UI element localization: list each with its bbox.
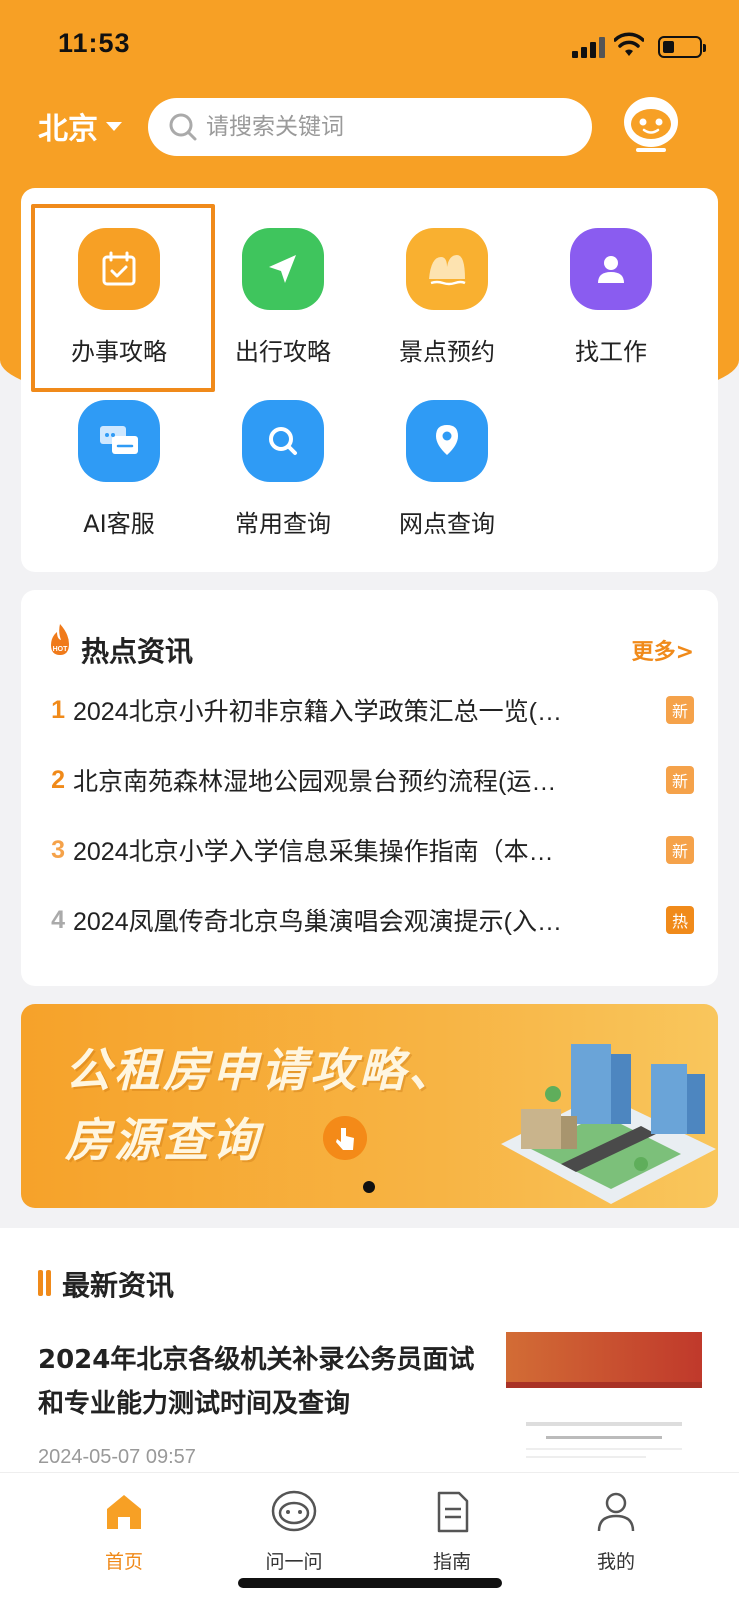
tab-mine[interactable]: 我的 [556, 1487, 676, 1574]
document-icon [437, 1491, 469, 1533]
services-card: 办事攻略 出行攻略 景点预约 找工作 AI客服 常用查询 网点查询 [21, 188, 718, 572]
city-selector[interactable]: 北京 [38, 106, 122, 147]
tab-label: 首页 [104, 1551, 143, 1573]
news-rank: 4 [51, 905, 65, 934]
banner-headline-1: 公租房申请攻略、 [65, 1043, 457, 1097]
service-label: 出行攻略 [235, 338, 331, 366]
new-badge: 新 [666, 766, 694, 794]
more-link[interactable]: 更多> [632, 634, 694, 666]
person-icon [570, 228, 652, 310]
search-input[interactable] [206, 114, 586, 140]
news-item[interactable]: 3 2024北京小学入学信息采集操作指南（本… 新 [21, 830, 718, 870]
article-date: 2024-05-07 09:57 [38, 1446, 196, 1468]
user-icon [597, 1492, 635, 1532]
news-title: 2024北京小升初非京籍入学政策汇总一览(… [73, 698, 562, 726]
new-badge: 新 [666, 836, 694, 864]
new-badge: 新 [666, 696, 694, 724]
send-arrow-icon [242, 228, 324, 310]
hot-flame-icon: HOT [51, 624, 69, 655]
service-label: 找工作 [575, 338, 647, 366]
calendar-check-icon [78, 228, 160, 310]
cellular-signal-icon [572, 36, 608, 58]
status-bar: 11:53 [0, 0, 739, 90]
robot-icon [271, 1490, 317, 1532]
tab-label: 我的 [596, 1551, 635, 1573]
section-marker [38, 1270, 43, 1296]
wifi-icon [614, 32, 644, 56]
magnifier-icon [242, 400, 324, 482]
tab-home[interactable]: 首页 [64, 1487, 184, 1574]
mountain-icon [406, 228, 488, 310]
service-changyong-chaxun[interactable]: 常用查询 [201, 400, 365, 570]
news-rank: 3 [51, 835, 65, 864]
city-buildings-illustration [501, 1044, 716, 1204]
home-indicator[interactable] [238, 1578, 502, 1588]
article-thumbnail[interactable] [506, 1332, 702, 1478]
service-label: 景点预约 [399, 338, 495, 366]
service-jingdian-yuyue[interactable]: 景点预约 [365, 228, 529, 398]
carousel-indicator[interactable] [363, 1181, 375, 1193]
service-label: 常用查询 [235, 510, 331, 538]
service-chuxing-gonglue[interactable]: 出行攻略 [201, 228, 365, 398]
section-marker [46, 1270, 51, 1296]
news-title: 2024凤凰传奇北京鸟巢演唱会观演提示(入… [73, 908, 562, 936]
robot-assistant-icon[interactable] [622, 92, 680, 154]
service-zhao-gongzuo[interactable]: 找工作 [529, 228, 693, 398]
news-item[interactable]: 2 北京南苑森林湿地公园观景台预约流程(运… 新 [21, 760, 718, 800]
location-pin-icon [406, 400, 488, 482]
tab-label: 问一问 [265, 1551, 323, 1573]
status-time: 11:53 [58, 28, 131, 58]
tap-hand-icon [323, 1116, 367, 1160]
service-banshi-gonglue[interactable]: 办事攻略 [37, 228, 201, 398]
hot-news-title: 热点资讯 [81, 635, 194, 668]
city-label: 北京 [38, 112, 98, 147]
news-title: 北京南苑森林湿地公园观景台预约流程(运… [73, 768, 557, 796]
caret-down-icon [106, 121, 122, 131]
service-wangdian-chaxun[interactable]: 网点查询 [365, 400, 529, 570]
latest-news-title: 最新资讯 [62, 1269, 175, 1302]
chat-bubbles-icon [78, 400, 160, 482]
news-item[interactable]: 4 2024凤凰传奇北京鸟巢演唱会观演提示(入… 热 [21, 900, 718, 940]
tab-label: 指南 [432, 1551, 471, 1573]
search-icon [169, 113, 197, 141]
hot-news-card: HOT 热点资讯 更多> 1 2024北京小升初非京籍入学政策汇总一览(… 新 … [21, 590, 718, 986]
service-label: 网点查询 [399, 510, 495, 538]
tab-guide[interactable]: 指南 [392, 1487, 512, 1574]
news-item[interactable]: 1 2024北京小升初非京籍入学政策汇总一览(… 新 [21, 690, 718, 730]
search-bar[interactable] [148, 98, 592, 156]
service-label: 办事攻略 [71, 338, 167, 366]
battery-icon [658, 36, 706, 58]
article-title[interactable]: 2024年北京各级机关补录公务员面试和专业能力测试时间及查询 [38, 1338, 488, 1426]
banner-headline-2: 房源查询 [65, 1113, 261, 1167]
latest-news-section: 最新资讯 2024年北京各级机关补录公务员面试和专业能力测试时间及查询 2024… [0, 1228, 739, 1478]
service-ai-kefu[interactable]: AI客服 [37, 400, 201, 570]
banner-carousel[interactable]: 公租房申请攻略、 房源查询 [21, 1004, 718, 1208]
news-rank: 2 [51, 765, 65, 794]
home-icon [107, 1495, 141, 1529]
hot-badge: 热 [666, 906, 694, 934]
tab-ask[interactable]: 问一问 [234, 1487, 354, 1574]
news-title: 2024北京小学入学信息采集操作指南（本… [73, 838, 554, 866]
svg-text:HOT: HOT [53, 646, 69, 653]
service-label: AI客服 [83, 510, 155, 538]
news-rank: 1 [51, 695, 65, 724]
